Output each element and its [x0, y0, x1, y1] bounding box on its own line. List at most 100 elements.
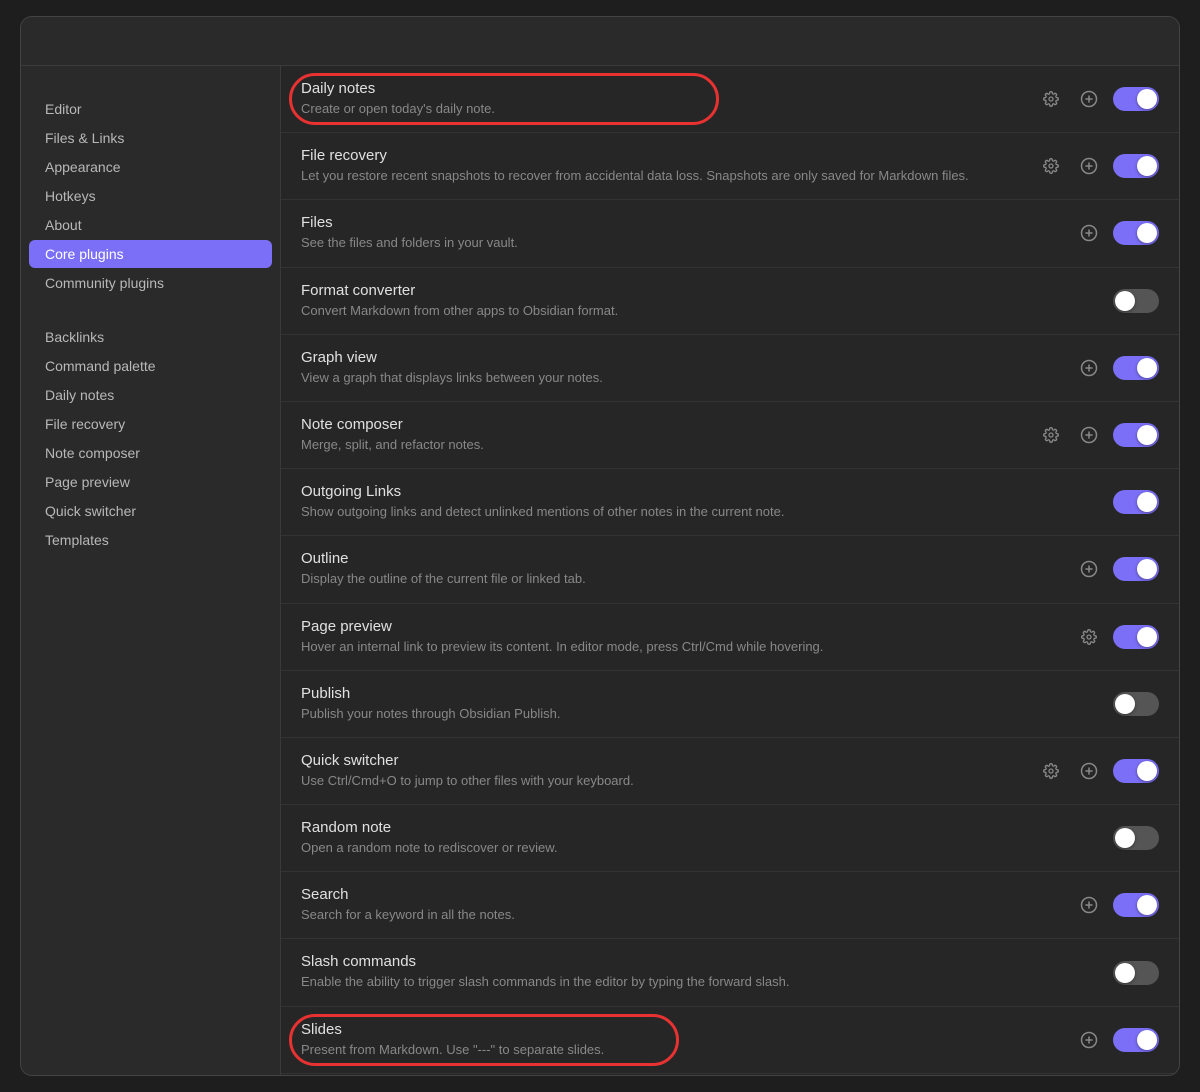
plugin-desc-outgoing-links: Show outgoing links and detect unlinked … — [301, 503, 1097, 521]
plugin-toggle-track-outgoing-links[interactable] — [1113, 490, 1159, 514]
plugin-desc-random-note: Open a random note to rediscover or revi… — [301, 839, 1097, 857]
plugin-toggle-track-outline[interactable] — [1113, 557, 1159, 581]
plugin-toggle-track-search[interactable] — [1113, 893, 1159, 917]
plugin-toggle-track-graph-view[interactable] — [1113, 356, 1159, 380]
sidebar-item-command-palette[interactable]: Command palette — [29, 352, 272, 380]
plugin-add-icon-note-composer[interactable] — [1075, 421, 1103, 449]
plugin-name-quick-switcher: Quick switcher — [301, 752, 1021, 769]
plugin-desc-outline: Display the outline of the current file … — [301, 570, 1059, 588]
plugin-settings-icon-daily-notes[interactable] — [1037, 85, 1065, 113]
plugin-row-slides: SlidesPresent from Markdown. Use "---" t… — [281, 1007, 1179, 1074]
plugin-name-outgoing-links: Outgoing Links — [301, 483, 1097, 500]
plugin-toggle-outgoing-links[interactable] — [1113, 490, 1159, 514]
plugin-row-note-composer: Note composerMerge, split, and refactor … — [281, 402, 1179, 469]
plugin-name-files: Files — [301, 214, 1059, 231]
plugin-toggle-track-slash-commands[interactable] — [1113, 961, 1159, 985]
plugin-toggle-thumb-format-converter — [1115, 291, 1135, 311]
plugin-toggle-thumb-random-note — [1115, 828, 1135, 848]
plugin-settings-icon-quick-switcher[interactable] — [1037, 757, 1065, 785]
sidebar-item-page-preview[interactable]: Page preview — [29, 468, 272, 496]
plugin-settings-icon-file-recovery[interactable] — [1037, 152, 1065, 180]
plugin-row-files: Files See the files and folders in your v… — [281, 200, 1179, 267]
plugin-add-icon-quick-switcher[interactable] — [1075, 757, 1103, 785]
plugin-toggle-thumb-note-composer — [1137, 425, 1157, 445]
plugin-info-slash-commands: Slash commandsEnable the ability to trig… — [301, 953, 1097, 991]
plugin-toggle-track-publish[interactable] — [1113, 692, 1159, 716]
plugin-toggle-track-page-preview[interactable] — [1113, 625, 1159, 649]
sidebar-item-backlinks[interactable]: Backlinks — [29, 323, 272, 351]
plugin-controls-page-preview — [1075, 623, 1159, 651]
modal-body: EditorFiles & LinksAppearanceHotkeysAbou… — [21, 66, 1179, 1075]
sidebar-item-daily-notes[interactable]: Daily notes — [29, 381, 272, 409]
sidebar-item-templates[interactable]: Templates — [29, 526, 272, 554]
plugin-toggle-files[interactable] — [1113, 221, 1159, 245]
plugin-toggle-track-quick-switcher[interactable] — [1113, 759, 1159, 783]
plugin-controls-quick-switcher — [1037, 757, 1159, 785]
plugin-toggle-track-slides[interactable] — [1113, 1028, 1159, 1052]
plugin-toggle-note-composer[interactable] — [1113, 423, 1159, 447]
plugin-toggle-random-note[interactable] — [1113, 826, 1159, 850]
close-button[interactable] — [1135, 29, 1159, 53]
plugin-add-icon-files[interactable] — [1075, 219, 1103, 247]
plugin-add-icon-daily-notes[interactable] — [1075, 85, 1103, 113]
plugin-name-outline: Outline — [301, 550, 1059, 567]
sidebar-item-appearance[interactable]: Appearance — [29, 153, 272, 181]
plugin-info-format-converter: Format converterConvert Markdown from ot… — [301, 282, 1097, 320]
plugin-toggle-thumb-file-recovery — [1137, 156, 1157, 176]
plugin-toggle-file-recovery[interactable] — [1113, 154, 1159, 178]
plugin-toggle-track-files[interactable] — [1113, 221, 1159, 245]
plugin-add-icon-outline[interactable] — [1075, 555, 1103, 583]
plugin-name-daily-notes: Daily notes — [301, 80, 1021, 97]
plugin-toggle-slash-commands[interactable] — [1113, 961, 1159, 985]
sidebar-item-about[interactable]: About — [29, 211, 272, 239]
sidebar-item-note-composer[interactable]: Note composer — [29, 439, 272, 467]
plugin-row-publish: PublishPublish your notes through Obsidi… — [281, 671, 1179, 738]
plugin-toggle-track-note-composer[interactable] — [1113, 423, 1159, 447]
plugin-toggle-graph-view[interactable] — [1113, 356, 1159, 380]
plugin-add-icon-slides[interactable] — [1075, 1026, 1103, 1054]
sidebar: EditorFiles & LinksAppearanceHotkeysAbou… — [21, 66, 281, 1075]
plugin-settings-icon-note-composer[interactable] — [1037, 421, 1065, 449]
sidebar-item-hotkeys[interactable]: Hotkeys — [29, 182, 272, 210]
plugin-add-icon-file-recovery[interactable] — [1075, 152, 1103, 180]
plugin-toggle-format-converter[interactable] — [1113, 289, 1159, 313]
plugin-name-slides: Slides — [301, 1021, 1059, 1038]
sidebar-item-quick-switcher[interactable]: Quick switcher — [29, 497, 272, 525]
plugin-settings-icon-page-preview[interactable] — [1075, 623, 1103, 651]
plugin-controls-slash-commands — [1113, 961, 1159, 985]
plugin-toggle-daily-notes[interactable] — [1113, 87, 1159, 111]
plugin-toggle-page-preview[interactable] — [1113, 625, 1159, 649]
plugin-controls-file-recovery — [1037, 152, 1159, 180]
plugin-add-icon-graph-view[interactable] — [1075, 354, 1103, 382]
plugin-toggle-thumb-slash-commands — [1115, 963, 1135, 983]
plugin-name-publish: Publish — [301, 685, 1097, 702]
plugin-toggle-search[interactable] — [1113, 893, 1159, 917]
plugin-toggle-track-daily-notes[interactable] — [1113, 87, 1159, 111]
plugin-desc-file-recovery: Let you restore recent snapshots to reco… — [301, 167, 1021, 185]
plugin-desc-files: See the files and folders in your vault. — [301, 234, 1059, 252]
plugin-toggle-outline[interactable] — [1113, 557, 1159, 581]
sidebar-item-files-links[interactable]: Files & Links — [29, 124, 272, 152]
sidebar-item-core-plugins[interactable]: Core plugins — [29, 240, 272, 268]
plugin-toggle-thumb-slides — [1137, 1030, 1157, 1050]
plugin-toggle-publish[interactable] — [1113, 692, 1159, 716]
plugin-desc-quick-switcher: Use Ctrl/Cmd+O to jump to other files wi… — [301, 772, 1021, 790]
plugin-info-publish: PublishPublish your notes through Obsidi… — [301, 685, 1097, 723]
sidebar-item-file-recovery[interactable]: File recovery — [29, 410, 272, 438]
plugin-toggle-track-format-converter[interactable] — [1113, 289, 1159, 313]
plugin-toggle-thumb-graph-view — [1137, 358, 1157, 378]
plugin-info-random-note: Random noteOpen a random note to redisco… — [301, 819, 1097, 857]
plugin-toggle-track-random-note[interactable] — [1113, 826, 1159, 850]
sidebar-item-editor[interactable]: Editor — [29, 95, 272, 123]
plugin-desc-graph-view: View a graph that displays links between… — [301, 369, 1059, 387]
plugin-info-quick-switcher: Quick switcher Use Ctrl/Cmd+O to jump to … — [301, 752, 1021, 790]
plugin-add-icon-search[interactable] — [1075, 891, 1103, 919]
plugin-row-format-converter: Format converterConvert Markdown from ot… — [281, 268, 1179, 335]
plugin-toggle-slides[interactable] — [1113, 1028, 1159, 1052]
plugin-row-starred: StarredSave and access starred files and… — [281, 1074, 1179, 1075]
settings-modal: EditorFiles & LinksAppearanceHotkeysAbou… — [20, 16, 1180, 1076]
plugin-toggle-track-file-recovery[interactable] — [1113, 154, 1159, 178]
sidebar-item-community-plugins[interactable]: Community plugins — [29, 269, 272, 297]
plugin-toggle-quick-switcher[interactable] — [1113, 759, 1159, 783]
plugin-row-search: SearchSearch for a keyword in all the no… — [281, 872, 1179, 939]
